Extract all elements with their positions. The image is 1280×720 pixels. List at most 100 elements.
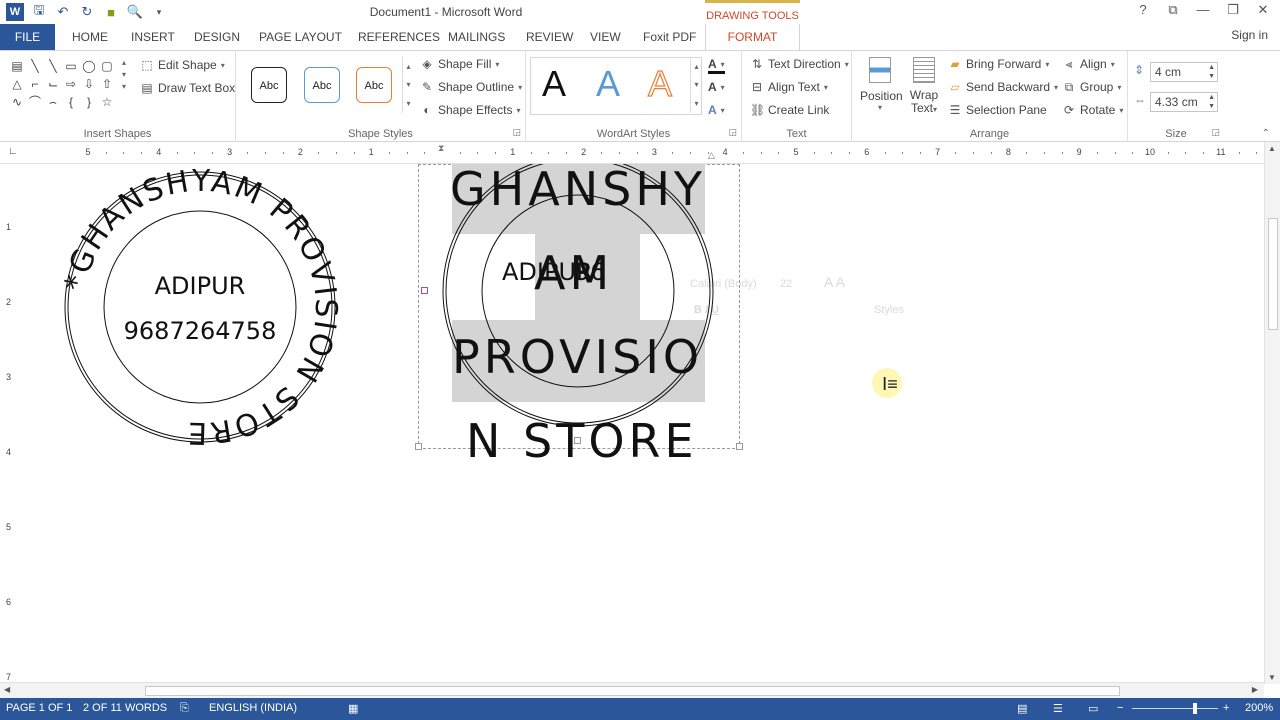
wordart-gallery-scroll[interactable]: ▴ ▾ ▾ — [690, 57, 702, 113]
send-backward-button[interactable]: ▱ Send Backward ▾ — [948, 80, 1058, 94]
resize-handle[interactable] — [574, 437, 581, 444]
document-canvas[interactable]: *GHANSHYAM PROVISION STORE ADIPUR 968726… — [20, 164, 1264, 682]
text-effects-button[interactable]: A ▾ — [708, 103, 725, 117]
vertical-ruler[interactable]: 1 2 3 4 5 6 7 — [0, 164, 20, 684]
zoom-slider[interactable] — [1132, 708, 1218, 709]
shape-height-input[interactable]: 4 cm ▲ ▼ — [1150, 62, 1218, 82]
word-count-status[interactable]: 2 OF 11 WORDS — [83, 702, 167, 714]
dialog-launcher-icon[interactable]: ◲ — [512, 127, 521, 138]
print-layout-icon[interactable]: ☰ — [1053, 702, 1063, 715]
wrap-text-button[interactable]: Wrap Text▾ — [904, 57, 944, 116]
scroll-up-icon[interactable]: ▲ — [1268, 144, 1276, 153]
text-direction-button[interactable]: ⇅ Text Direction ▾ — [750, 57, 849, 71]
group-button[interactable]: ⧉ Group ▾ — [1062, 80, 1122, 94]
sign-in-link[interactable]: Sign in — [1231, 28, 1268, 42]
tab-references[interactable]: REFERENCES — [358, 24, 440, 50]
macro-record-icon[interactable]: ▦ — [348, 702, 358, 715]
mini-font-size[interactable]: 22 — [780, 278, 792, 290]
tab-foxit-pdf[interactable]: Foxit PDF — [643, 24, 696, 50]
bold-icon[interactable]: B I U — [694, 304, 719, 316]
stamp-word-ghanshy[interactable]: GHANSHY — [450, 164, 706, 216]
web-layout-icon[interactable]: ▭ — [1088, 702, 1098, 715]
tab-review[interactable]: REVIEW — [526, 24, 573, 50]
dialog-launcher-icon[interactable]: ◲ — [728, 127, 737, 138]
scroll-left-icon[interactable]: ◀ — [4, 685, 10, 694]
collapse-ribbon-icon[interactable]: ⌃ — [1262, 128, 1270, 139]
align-button[interactable]: ⫷ Align ▾ — [1062, 57, 1115, 71]
position-button[interactable]: Position ▾ — [860, 57, 903, 112]
resize-handle[interactable] — [736, 443, 743, 450]
right-indent-marker-icon[interactable]: △ — [708, 150, 715, 161]
tab-format[interactable]: FORMAT — [705, 24, 800, 50]
tab-insert[interactable]: INSERT — [131, 24, 175, 50]
align-text-button[interactable]: ⊟ Align Text ▾ — [750, 80, 828, 94]
mini-font-name[interactable]: Calibri (Body) — [690, 278, 757, 290]
elbow-shape-icon[interactable]: ⌐ — [26, 75, 44, 93]
resize-handle[interactable] — [415, 443, 422, 450]
horizontal-scrollbar[interactable]: ◀ ▶ — [0, 682, 1264, 698]
horizontal-scroll-thumb[interactable] — [145, 686, 1120, 696]
create-link-button[interactable]: ⛓ Create Link — [750, 103, 829, 117]
bracket-shape-icon[interactable]: { — [62, 93, 80, 111]
textbox-shape-icon[interactable]: ▤ — [8, 57, 26, 75]
zoom-out-icon[interactable]: − — [1117, 702, 1123, 714]
circular-stamp[interactable]: *GHANSHYAM PROVISION STORE ADIPUR 968726… — [60, 164, 340, 454]
rounded-rect-shape-icon[interactable]: ▢ — [98, 57, 116, 75]
tab-file[interactable]: FILE — [0, 24, 55, 50]
restore-icon[interactable]: ❐ — [1224, 2, 1242, 18]
curve-shape-icon[interactable]: ⌢ — [44, 93, 62, 111]
mini-toolbar[interactable]: Calibri (Body) 22 A A B I U Styles — [684, 272, 924, 328]
oval-shape-icon[interactable]: ◯ — [80, 57, 98, 75]
triangle-shape-icon[interactable]: △ — [8, 75, 26, 93]
indent-marker-icon[interactable]: ⧗ — [438, 143, 444, 154]
spinner-arrows-icon[interactable]: ▲ ▼ — [1208, 93, 1215, 111]
vertical-scrollbar[interactable]: ▲ ▼ — [1264, 142, 1280, 684]
wordart-preset-black[interactable]: A — [542, 63, 566, 105]
scroll-down-icon[interactable]: ▼ — [1268, 673, 1276, 682]
read-mode-icon[interactable]: ▤ — [1017, 702, 1027, 715]
shape-styles-gallery-scroll[interactable]: ▴ ▾ ▾ — [402, 57, 414, 113]
ribbon-display-icon[interactable]: ⧉ — [1164, 2, 1182, 18]
zoom-level[interactable]: 200% — [1245, 702, 1273, 714]
edit-shape-button[interactable]: ⬚ Edit Shape ▾ — [140, 58, 224, 72]
wordart-preset-blue[interactable]: A — [596, 63, 620, 105]
shape-style-preset-orange[interactable]: Abc — [356, 67, 392, 103]
minimize-icon[interactable]: — — [1194, 2, 1212, 18]
grow-font-icon[interactable]: A A — [824, 274, 845, 290]
star-shape-icon[interactable]: ☆ — [98, 93, 116, 111]
text-fill-button[interactable]: A ▾ — [708, 57, 725, 74]
language-status[interactable]: ENGLISH (INDIA) — [209, 702, 297, 714]
text-outline-button[interactable]: A ▾ — [708, 80, 725, 94]
curve-shape-icon[interactable]: ∿ — [8, 93, 26, 111]
shapes-gallery-scroll[interactable]: ▴ ▾ ▾ — [122, 57, 126, 93]
rectangle-shape-icon[interactable]: ▭ — [62, 57, 80, 75]
horizontal-ruler[interactable]: ∟ 5 4 3 2 1 1 2 3 4 5 6 7 8 9 10 11 ⧗ △ — [0, 142, 1275, 164]
shapes-gallery[interactable]: ▤ ╲ ╲ ▭ ◯ ▢ △ ⌐ ⌙ ⇨ ⇩ ⇧ ∿ ⌒ ⌢{} ☆ — [8, 57, 133, 111]
zoom-slider-thumb[interactable] — [1193, 703, 1197, 714]
arrow-shape-icon[interactable]: ⇧ — [98, 75, 116, 93]
stamp-word-provisio[interactable]: PROVISIO — [452, 330, 703, 384]
zoom-in-icon[interactable]: + — [1223, 702, 1229, 714]
close-icon[interactable]: ✕ — [1254, 2, 1272, 18]
scroll-right-icon[interactable]: ▶ — [1252, 685, 1258, 694]
bring-forward-button[interactable]: ▰ Bring Forward ▾ — [948, 57, 1049, 71]
shape-width-input[interactable]: 4.33 cm ▲ ▼ — [1150, 92, 1218, 112]
tab-mailings[interactable]: MAILINGS — [448, 24, 505, 50]
page-count-status[interactable]: PAGE 1 OF 1 — [6, 702, 72, 714]
arc-shape-icon[interactable]: ⌒ — [26, 93, 44, 111]
selection-pane-button[interactable]: ☰ Selection Pane — [948, 103, 1047, 117]
shape-effects-button[interactable]: ◐ Shape Effects ▾ — [420, 103, 520, 117]
tab-page-layout[interactable]: PAGE LAYOUT — [259, 24, 342, 50]
resize-handle[interactable] — [421, 287, 428, 294]
shape-fill-button[interactable]: ◈ Shape Fill ▾ — [420, 57, 499, 71]
shape-style-preset-black[interactable]: Abc — [251, 67, 287, 103]
tab-home[interactable]: HOME — [72, 24, 108, 50]
proofing-icon[interactable]: ⎘ — [180, 702, 189, 715]
help-icon[interactable]: ? — [1134, 2, 1152, 18]
mini-styles-button[interactable]: Styles — [874, 304, 904, 316]
spinner-arrows-icon[interactable]: ▲ ▼ — [1208, 63, 1215, 81]
stamp-word-am[interactable]: AM — [534, 246, 613, 300]
rotate-button[interactable]: ⟳ Rotate ▾ — [1062, 103, 1123, 117]
shape-style-preset-blue[interactable]: Abc — [304, 67, 340, 103]
tab-selector-icon[interactable]: ∟ — [8, 146, 18, 157]
